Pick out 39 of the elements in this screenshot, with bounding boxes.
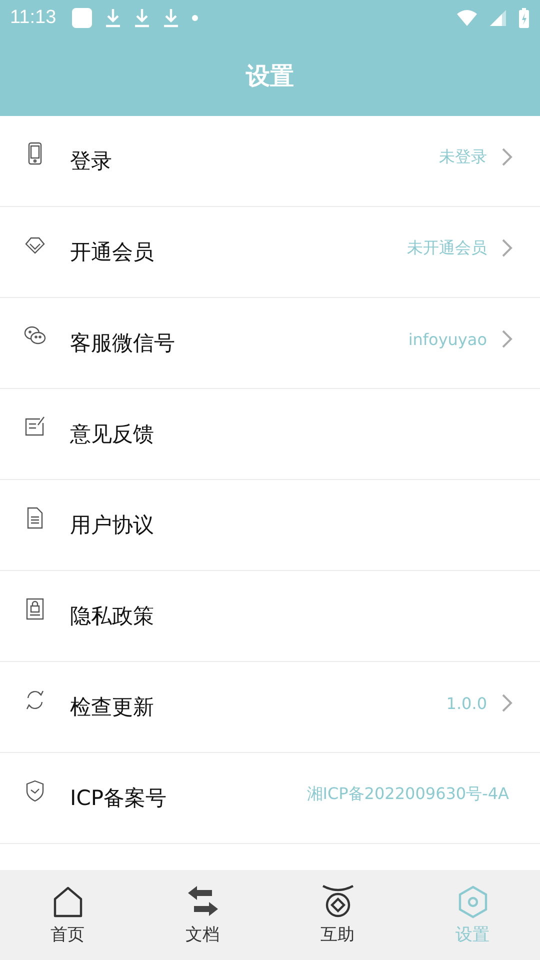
setting-label: 隐私政策	[70, 603, 154, 630]
setting-label: 开通会员	[70, 239, 154, 266]
setting-value: 1.0.0	[446, 694, 487, 712]
setting-label: ICP备案号	[70, 785, 167, 812]
settings-row[interactable]: 用户协议	[0, 480, 540, 571]
dot-icon	[191, 14, 200, 22]
setting-value: 未开通会员	[407, 238, 487, 258]
settings-row[interactable]: ICP备案号 湘ICP备2022009630号-4A	[0, 753, 540, 844]
nav-tab[interactable]: 互助	[270, 870, 405, 960]
settings-row[interactable]: 意见反馈	[0, 389, 540, 480]
setting-value: 湘ICP备2022009630号-4A	[306, 784, 509, 804]
settings-row[interactable]: 隐私政策	[0, 571, 540, 662]
shield-icon	[24, 779, 46, 803]
setting-value: infoyuyao	[408, 330, 487, 348]
refresh-icon	[24, 688, 46, 712]
setting-value: 未登录	[439, 146, 487, 168]
nav-tab[interactable]: 首页	[0, 870, 135, 960]
nav-tab[interactable]: 文档	[135, 870, 270, 960]
download-icon	[133, 7, 152, 29]
settings-row[interactable]: 客服微信号 infoyuyao	[0, 298, 540, 389]
battery-icon	[518, 7, 530, 29]
setting-label: 客服微信号	[70, 330, 175, 357]
swap-arrows-icon	[186, 884, 220, 918]
settings-row[interactable]: 开通会员 未开通会员	[0, 207, 540, 298]
download-icon	[104, 7, 122, 29]
settings-row[interactable]: 登录 未登录	[0, 116, 540, 207]
page-title: 设置	[246, 61, 294, 92]
download-icon	[162, 7, 180, 29]
status-time: 11:13	[10, 7, 56, 29]
setting-label: 检查更新	[70, 694, 154, 721]
notification-icon	[71, 7, 94, 29]
settings-row[interactable]: 检查更新 1.0.0	[0, 662, 540, 753]
setting-label: 意见反馈	[70, 421, 154, 448]
wifi-icon	[456, 9, 478, 27]
setting-label: 登录	[70, 148, 112, 175]
lock-icon	[24, 597, 46, 621]
setting-label: 用户协议	[70, 512, 154, 539]
signal-icon	[489, 9, 507, 27]
coin-icon	[320, 884, 354, 918]
